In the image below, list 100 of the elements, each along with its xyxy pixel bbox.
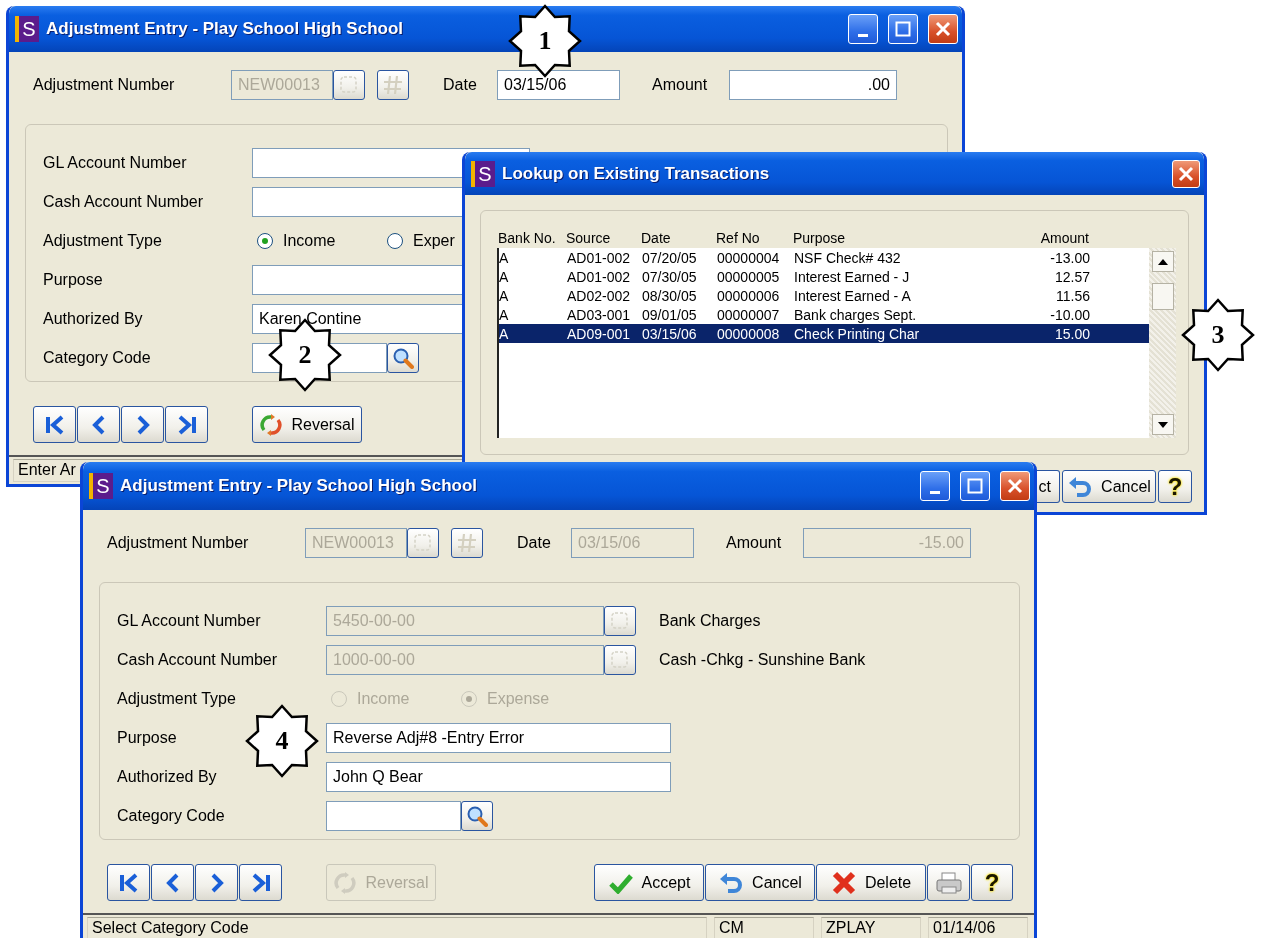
- close-icon: [1007, 478, 1023, 494]
- app-icon: S: [471, 160, 495, 187]
- column-header[interactable]: Source: [566, 230, 641, 248]
- undo-icon: [718, 871, 745, 894]
- field-label: Adjustment Type: [117, 690, 236, 708]
- hash-icon: [382, 74, 404, 96]
- help-button[interactable]: ?: [1158, 470, 1192, 503]
- status-text: Select Category Code: [87, 917, 707, 938]
- column-header[interactable]: Purpose: [793, 230, 1007, 248]
- list-row[interactable]: A AD01-002 07/20/05 00000004 NSF Check# 432 -13.00: [499, 248, 1149, 267]
- delete-icon: [830, 870, 857, 895]
- printer-icon: [934, 870, 963, 895]
- field-label: Date: [443, 76, 477, 94]
- field-label: Adjustment Number: [107, 534, 249, 552]
- delete-button[interactable]: Delete: [816, 864, 926, 901]
- status-text: ZPLAY: [821, 917, 921, 938]
- next-button[interactable]: [195, 864, 238, 901]
- field-label: Adjustment Number: [33, 76, 175, 94]
- list-row[interactable]: A AD01-002 07/30/05 00000005 Interest Earned - J 12.57: [499, 267, 1149, 286]
- accept-button[interactable]: Accept: [594, 864, 704, 901]
- lookup-button[interactable]: [407, 528, 439, 558]
- app-icon: S: [89, 473, 113, 499]
- maximize-button[interactable]: [960, 471, 990, 501]
- close-button[interactable]: [1172, 159, 1200, 188]
- previous-button[interactable]: [151, 864, 194, 901]
- status-text: CM: [714, 917, 814, 938]
- radio-button[interactable]: [387, 233, 403, 249]
- field-label: Purpose: [117, 729, 177, 747]
- close-icon: [1178, 165, 1194, 182]
- radio-label: Exper: [413, 232, 455, 250]
- search-icon: [466, 805, 488, 827]
- field-label: Date: [517, 534, 551, 552]
- lookup-icon: [610, 611, 630, 631]
- lookup-button[interactable]: [604, 606, 636, 636]
- account-description: Cash -Chkg - Sunshine Bank: [659, 651, 866, 669]
- minimize-button[interactable]: [848, 14, 878, 44]
- field-label: Authorized By: [117, 768, 217, 786]
- reversal-icon: [333, 870, 358, 895]
- radio-label: Income: [283, 232, 336, 250]
- column-header[interactable]: Amount: [1007, 230, 1089, 248]
- input-field[interactable]: Reverse Adj#8 -Entry Error: [326, 723, 671, 753]
- input-field[interactable]: 03/15/06: [497, 70, 620, 100]
- list-row[interactable]: A AD09-001 03/15/06 00000008 Check Printing Char 15.00: [499, 324, 1149, 343]
- column-header[interactable]: Ref No: [716, 230, 793, 248]
- field-label: Adjustment Type: [43, 232, 162, 250]
- lookup-button[interactable]: [333, 70, 365, 100]
- column-header[interactable]: Bank No.: [498, 230, 566, 248]
- search-button[interactable]: [461, 801, 493, 831]
- next-button[interactable]: [121, 406, 164, 443]
- scrollbar[interactable]: [1149, 248, 1176, 438]
- number-button[interactable]: [377, 70, 409, 100]
- maximize-icon: [895, 21, 911, 37]
- first-button[interactable]: [33, 406, 76, 443]
- cancel-button[interactable]: Cancel: [705, 864, 815, 901]
- field-label: Category Code: [43, 349, 151, 367]
- minimize-button[interactable]: [920, 471, 950, 501]
- hash-icon: [456, 532, 478, 554]
- input-field[interactable]: [326, 801, 461, 831]
- radio-label: Expense: [487, 690, 550, 708]
- minimize-icon: [930, 490, 940, 494]
- help-button[interactable]: ?: [971, 864, 1013, 901]
- input-field[interactable]: .00: [729, 70, 897, 100]
- number-button[interactable]: [451, 528, 483, 558]
- cancel-button[interactable]: Cancel: [1062, 470, 1156, 503]
- undo-icon: [1067, 475, 1094, 498]
- lookup-icon: [339, 75, 359, 95]
- select-button[interactable]: ct: [1036, 470, 1060, 503]
- maximize-button[interactable]: [888, 14, 918, 44]
- field-label: Purpose: [43, 271, 103, 289]
- list-row[interactable]: A AD02-002 08/30/05 00000006 Interest Earned - A 11.56: [499, 286, 1149, 305]
- lookup-icon: [610, 650, 630, 670]
- scroll-thumb[interactable]: [1151, 283, 1174, 310]
- lookup-button[interactable]: [604, 645, 636, 675]
- scroll-up-button[interactable]: [1151, 251, 1174, 272]
- status-text: 01/14/06: [928, 917, 1028, 938]
- close-icon: [935, 21, 951, 37]
- maximize-icon: [967, 478, 983, 494]
- reversal-button[interactable]: Reversal: [252, 406, 362, 443]
- close-button[interactable]: [1000, 471, 1030, 501]
- field-label: Cash Account Number: [117, 651, 278, 669]
- radio-button[interactable]: [257, 233, 273, 249]
- scroll-down-button[interactable]: [1151, 414, 1174, 435]
- previous-button[interactable]: [77, 406, 120, 443]
- print-button[interactable]: [927, 864, 970, 901]
- first-button[interactable]: [107, 864, 150, 901]
- column-header[interactable]: Date: [641, 230, 716, 248]
- last-button[interactable]: [239, 864, 282, 901]
- field-label: Amount: [726, 534, 782, 552]
- field-label: Authorized By: [43, 310, 143, 328]
- last-button[interactable]: [165, 406, 208, 443]
- callout-marker: 1: [508, 4, 582, 78]
- callout-marker: 4: [245, 704, 319, 778]
- window-title: Adjustment Entry - Play School High School: [46, 19, 404, 39]
- field-label: Cash Account Number: [43, 193, 204, 211]
- close-button[interactable]: [928, 14, 958, 44]
- search-button[interactable]: [387, 343, 419, 373]
- down-arrow-icon: [1157, 421, 1168, 428]
- input-field[interactable]: John Q Bear: [326, 762, 671, 792]
- app-icon: S: [15, 16, 39, 42]
- field-label: GL Account Number: [43, 154, 187, 172]
